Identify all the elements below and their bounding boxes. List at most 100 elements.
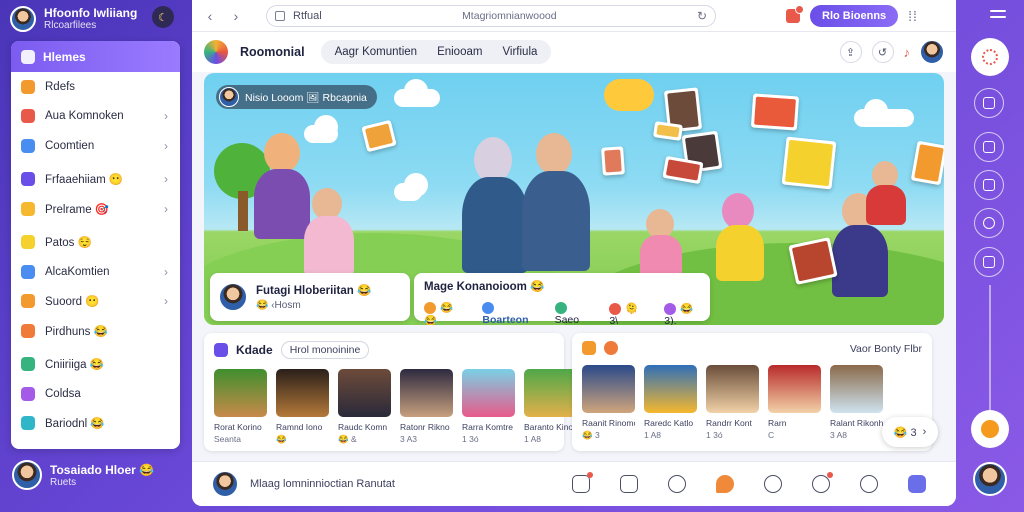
sidebar-item[interactable]: Prelrame 🎯 ›	[11, 194, 180, 224]
back-arrow-icon[interactable]: ‹	[202, 8, 218, 24]
thumbnail-card[interactable]: Rarra Komtre 1 3ó	[462, 369, 515, 445]
thumbnail-card[interactable]: Randrr Kont 1 3ó	[706, 365, 759, 441]
rail-bag-icon[interactable]	[974, 170, 1004, 200]
rail-cup-icon[interactable]	[974, 88, 1004, 118]
hero-chip[interactable]: Nisio Looom 🖼 Rbcapnia	[216, 85, 377, 109]
sidebar-item-icon	[21, 386, 35, 401]
sidebar: Hlemes Rdefs Aua Komnoken › Coomtien › Frfaae…	[11, 41, 180, 449]
sidebar-item[interactable]: Cniiriiga 😂	[11, 350, 180, 380]
app-logo[interactable]	[204, 40, 228, 64]
carousel-pager[interactable]: 😂 3 ›	[882, 417, 938, 447]
bottom-composer-bar: Mlaag lomninnioctian Ranutat	[192, 461, 956, 506]
chevron-right-icon[interactable]: ›	[164, 109, 168, 123]
music-note-icon[interactable]: ♪	[904, 45, 911, 60]
right-rail	[962, 0, 1024, 512]
thumbnail-caption: Ratonr Rikno	[400, 422, 450, 432]
refresh-icon[interactable]: ↺	[871, 41, 894, 63]
sidebar-item[interactable]: Coldsa	[11, 379, 180, 409]
sidebar-item[interactable]: Rdefs	[11, 72, 180, 102]
group-icon[interactable]	[908, 475, 926, 493]
composer-input[interactable]: Mlaag lomninnioctian Ranutat	[250, 478, 450, 490]
thumbnail-card[interactable]: Rarn C	[768, 365, 821, 441]
notifications-icon[interactable]	[572, 472, 593, 493]
sidebar-item[interactable]: Bariodnl 😂	[11, 409, 180, 439]
chevron-right-icon[interactable]: ›	[164, 202, 168, 216]
thumbnail-meta: C	[768, 430, 775, 440]
share-icon[interactable]: ⇪	[839, 41, 862, 63]
more-menu-icon[interactable]: ⁞⁞	[908, 8, 918, 24]
rail-grid-icon[interactable]	[974, 247, 1004, 277]
notification-bag-icon[interactable]	[786, 4, 804, 23]
sidebar-item-home[interactable]: Hlemes	[11, 41, 180, 72]
account-icon[interactable]	[860, 475, 878, 493]
sidebar-header-label: Hlemes	[43, 49, 86, 64]
hero-stat: Saeo	[554, 302, 588, 325]
sidebar-item[interactable]: Patos 😌	[11, 228, 180, 258]
thumbnail-card[interactable]: Ramnd Iono 😂	[276, 369, 329, 445]
sidebar-item-label: Prelrame 🎯	[45, 203, 110, 216]
thumbnail-card[interactable]: Ratonr Rikno 3 A3	[400, 369, 453, 445]
profile-icon[interactable]	[764, 475, 782, 493]
friends-icon[interactable]	[812, 472, 833, 493]
dark-mode-toggle-icon[interactable]: ☾	[152, 6, 174, 28]
panel-icon	[214, 343, 228, 357]
composer-avatar	[212, 471, 238, 497]
thumbnail-card[interactable]: Rorat Korino Seanta	[214, 369, 267, 445]
hamburger-menu-icon[interactable]	[990, 10, 1006, 22]
sidebar-item-icon	[21, 264, 35, 279]
content-panel-2: Vaor Bonty Flbr Raanit Rinomo 😂 3 Raredc K…	[572, 333, 932, 451]
thumbnail-card[interactable]: Ralant Rikonh 3 A8	[830, 365, 883, 441]
chevron-right-icon[interactable]: ›	[164, 172, 168, 186]
rail-slider-track[interactable]	[989, 285, 991, 415]
tab-1[interactable]: Aagr Komuntien	[327, 43, 425, 61]
hero-profile-card[interactable]: Futagi Hloberiitan 😂 😂 ‹Hosm	[210, 273, 410, 321]
thumbnail-meta: 1 3ó	[462, 434, 479, 444]
tab-3[interactable]: Virfiula	[494, 43, 545, 61]
chevron-right-icon[interactable]: ›	[923, 426, 927, 438]
sidebar-item[interactable]: Aua Komnoken ›	[11, 102, 180, 132]
user-name: Hfoonfo Iwliiang	[44, 6, 138, 20]
rail-avatar[interactable]	[973, 462, 1007, 496]
header-avatar[interactable]	[920, 40, 944, 64]
rail-chart-icon[interactable]	[974, 208, 1004, 238]
thumbnail-card[interactable]: Baranto Kinon 1 A8	[524, 369, 577, 445]
chevron-right-icon[interactable]: ›	[164, 294, 168, 308]
sidebar-item[interactable]: Coomtien ›	[11, 131, 180, 161]
address-bar[interactable]: Rtfual Mtagriomnianwoood ↻	[266, 4, 716, 27]
thumbnail-caption: Raredc Katlo	[644, 418, 694, 428]
rail-lock-icon[interactable]	[974, 132, 1004, 162]
thumbnail-image	[276, 369, 329, 417]
sidebar-item-icon	[21, 172, 35, 187]
sidebar-item-label: Rdefs	[45, 80, 76, 93]
panel1-title: Kdade	[236, 343, 273, 357]
tab-2[interactable]: Eniooam	[429, 43, 490, 61]
primary-cta-button[interactable]: Rlo Bioenns	[810, 4, 899, 27]
floating-photo	[910, 140, 944, 186]
sidebar-item-label: Bariodnl 😂	[45, 418, 105, 431]
sidebar-item[interactable]: Pirdhuns 😂	[11, 316, 180, 346]
chevron-right-icon[interactable]: ›	[164, 139, 168, 153]
location-icon[interactable]	[668, 475, 686, 493]
user-subtitle: Rlcoarfilees	[44, 20, 97, 31]
thumbnail-card[interactable]: Raanit Rinomo 😂 3	[582, 365, 635, 441]
rail-slider-knob[interactable]	[971, 410, 1009, 448]
hero-stat[interactable]: Boarteon	[482, 302, 532, 325]
address-left: Rtfual	[293, 9, 322, 22]
chevron-right-icon[interactable]: ›	[164, 265, 168, 279]
panel1-filter-chip[interactable]: Hrol monoinine	[280, 341, 370, 359]
thumbnail-caption: Rorat Korino	[214, 422, 262, 432]
sidebar-item[interactable]: Frfaaehiiam 😶 ›	[11, 165, 180, 195]
thumbnail-card[interactable]: Raudc Komn 😂 &	[338, 369, 391, 445]
sidebar-item[interactable]: AlcaKomtien ›	[11, 257, 180, 287]
chat-icon[interactable]	[716, 475, 734, 493]
sidebar-item-label: Coldsa	[45, 387, 81, 400]
footer-profile[interactable]: Tosaiado Hloer 😂 Ruets	[12, 458, 192, 492]
thumbnail-card[interactable]: Raredc Katlo 1 A8	[644, 365, 697, 441]
compass-icon[interactable]	[971, 38, 1009, 76]
sidebar-item-icon	[21, 79, 35, 94]
sidebar-item[interactable]: Suoord 😶 ›	[11, 287, 180, 317]
hero-stats-card[interactable]: Mage Konanoioom 😂 😂 😂 Boarteon Saeo 🫠 3\…	[414, 273, 710, 325]
forward-arrow-icon[interactable]: ›	[228, 8, 244, 24]
calendar-icon[interactable]	[620, 475, 638, 493]
reload-icon[interactable]: ↻	[697, 9, 707, 23]
